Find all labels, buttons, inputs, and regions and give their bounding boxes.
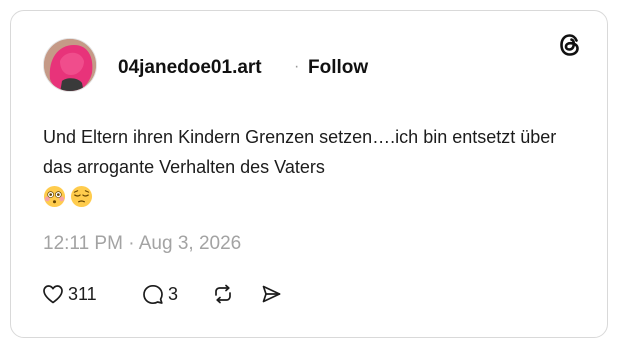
follow-button[interactable]: Follow xyxy=(308,57,368,79)
separator-dot: · xyxy=(294,58,300,75)
username[interactable]: 04janedoe01.art xyxy=(118,57,262,79)
heart-icon xyxy=(43,285,63,304)
repost-icon xyxy=(215,284,231,304)
pensive-face-icon xyxy=(70,185,93,208)
like-button[interactable]: 311 xyxy=(41,282,97,306)
share-button[interactable] xyxy=(259,282,283,306)
avatar[interactable] xyxy=(43,38,97,92)
threads-logo-icon[interactable] xyxy=(557,32,583,58)
reply-count: 3 xyxy=(168,283,179,304)
comment-icon xyxy=(143,284,163,305)
post-card: 04janedoe01.art · Follow Und Eltern ihre… xyxy=(10,10,608,338)
timestamp[interactable]: 12:11 PM · Aug 3, 2026 xyxy=(43,233,241,255)
like-count: 311 xyxy=(68,283,97,304)
flushed-face-icon xyxy=(43,185,66,208)
share-icon xyxy=(262,285,281,303)
repost-button[interactable] xyxy=(211,282,235,306)
post-text: Und Eltern ihren Kindern Grenzen setzen…… xyxy=(43,127,557,177)
emoji-row xyxy=(43,185,93,213)
reply-button[interactable]: 3 xyxy=(141,282,178,306)
